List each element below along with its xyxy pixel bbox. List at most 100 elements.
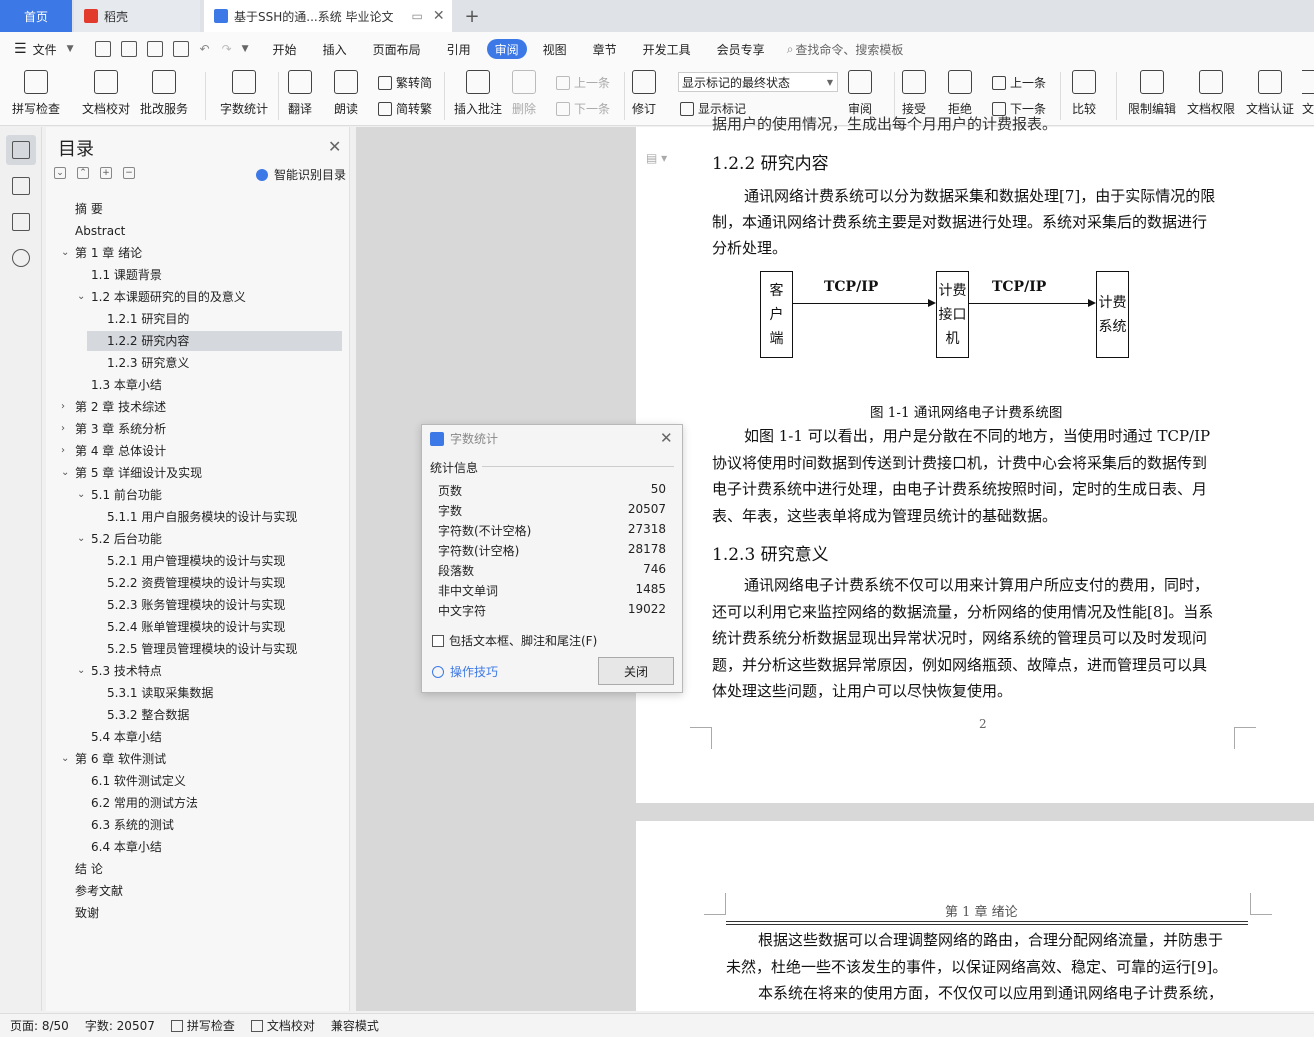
tab-close-icon[interactable]: ✕ (433, 8, 445, 24)
spell-check-button[interactable]: 拼写检查 (12, 70, 60, 117)
toc-item[interactable]: ⌄ 5.1 前台功能 (77, 485, 162, 505)
toc-item[interactable]: 1.2.1 研究目的 (107, 309, 189, 329)
prev-comment-button[interactable]: 上一条 (556, 74, 610, 91)
toc-item[interactable]: ⌄ 5.2 后台功能 (77, 529, 162, 549)
restrict-edit-button[interactable]: 限制编辑 (1128, 70, 1176, 117)
toc-item[interactable]: 6.1 软件测试定义 (91, 771, 186, 791)
print-icon[interactable] (146, 41, 163, 57)
toc-item[interactable]: › 第 2 章 技术综述 (61, 397, 166, 417)
doc-encrypt-button[interactable]: 文 (1302, 70, 1314, 117)
close-icon[interactable]: ✕ (660, 429, 673, 447)
trad-to-simp-button[interactable]: 繁转简 (378, 74, 432, 91)
toc-item[interactable]: Abstract (75, 221, 125, 241)
simp-to-trad-button[interactable]: 简转繁 (378, 100, 432, 117)
toc-item[interactable]: 5.3.1 读取采集数据 (107, 683, 213, 703)
document-page[interactable]: 第 1 章 绪论 根据这些数据可以合理调整网络的路由，合理分配网络流量，并防患于… (636, 821, 1314, 1011)
include-footnotes-checkbox[interactable]: 包括文本框、脚注和尾注(F) (432, 632, 597, 649)
toc-item[interactable]: 5.2.1 用户管理模块的设计与实现 (107, 551, 285, 571)
undo-icon[interactable]: ↶ (200, 42, 210, 56)
toc-item[interactable]: 摘 要 (75, 199, 103, 219)
doc-proof-status[interactable]: 文档校对 (250, 1017, 315, 1034)
toc-item[interactable]: › 第 4 章 总体设计 (61, 441, 166, 461)
next-comment-button[interactable]: 下一条 (556, 100, 610, 117)
insert-comment-button[interactable]: 插入批注 (454, 70, 502, 117)
toc-item[interactable]: 5.2.4 账单管理模块的设计与实现 (107, 617, 285, 637)
hamburger-icon[interactable]: ☰ (14, 41, 27, 57)
toc-item[interactable]: ⌄ 1.2 本课题研究的目的及意义 (77, 287, 246, 307)
toc-item[interactable]: ⌄ 5.3 技术特点 (77, 661, 162, 681)
expand-all-icon[interactable]: ⌄ (54, 167, 66, 179)
prev-change-button[interactable]: 上一条 (992, 74, 1046, 91)
compare-button[interactable]: 比较 (1072, 70, 1096, 117)
menu-developer[interactable]: 开发工具 (633, 39, 701, 59)
tab-document[interactable]: 基于SSH的通...系统 毕业论文 ▭ ✕ (204, 0, 452, 32)
doc-proof-button[interactable]: 文档校对 (82, 70, 130, 117)
chevron-down-icon[interactable]: ⌄ (61, 749, 69, 769)
new-tab-button[interactable]: + (460, 0, 484, 32)
quick-access-more-icon[interactable]: ▼ (242, 44, 249, 54)
menu-review[interactable]: 审阅 (486, 39, 527, 59)
tips-link[interactable]: 操作技巧 (432, 663, 498, 680)
chevron-right-icon[interactable]: › (61, 441, 65, 461)
toc-item[interactable]: 致谢 (75, 903, 99, 923)
chevron-down-icon[interactable]: ▼ (67, 44, 74, 54)
toc-item[interactable]: ⌄ 第 1 章 绪论 (61, 243, 142, 263)
menu-view[interactable]: 视图 (533, 39, 577, 59)
chevron-down-icon[interactable]: ⌄ (77, 485, 85, 505)
toc-item[interactable]: 5.1.1 用户自服务模块的设计与实现 (107, 507, 297, 527)
doc-cert-button[interactable]: 文档认证 (1246, 70, 1294, 117)
track-changes-button[interactable]: 修订 (632, 70, 656, 117)
toc-item[interactable]: 5.2.5 管理员管理模块的设计与实现 (107, 639, 297, 659)
toc-nav-icon[interactable] (12, 141, 30, 159)
checkbox-box[interactable] (432, 634, 444, 647)
accept-button[interactable]: 接受 (902, 70, 926, 117)
toc-item[interactable]: 5.2.3 账务管理模块的设计与实现 (107, 595, 285, 615)
chevron-down-icon[interactable]: ⌄ (77, 661, 85, 681)
toc-item[interactable]: ⌄ 第 5 章 详细设计及实现 (61, 463, 202, 483)
menu-member[interactable]: 会员专享 (707, 39, 775, 59)
collapse-all-icon[interactable]: ⌃ (77, 167, 89, 179)
reject-button[interactable]: 拒绝 (948, 70, 972, 117)
chevron-down-icon[interactable]: ⌄ (61, 463, 69, 483)
toc-item[interactable]: 5.2.2 资费管理模块的设计与实现 (107, 573, 285, 593)
redo-icon[interactable]: ↷ (222, 42, 232, 56)
tab-home[interactable]: 首页 (0, 0, 72, 32)
page-indicator[interactable]: 页面: 8/50 (10, 1017, 69, 1034)
toc-item[interactable]: 6.3 系统的测试 (91, 815, 174, 835)
chevron-down-icon[interactable]: ⌄ (77, 529, 85, 549)
word-count-indicator[interactable]: 字数: 20507 (85, 1017, 155, 1034)
markup-mode-select[interactable]: 显示标记的最终状态 ▼ (678, 72, 838, 92)
toc-item[interactable]: 1.3 本章小结 (91, 375, 162, 395)
save-icon[interactable] (94, 41, 111, 57)
toc-item[interactable]: 1.2.3 研究意义 (107, 353, 189, 373)
menu-reference[interactable]: 引用 (437, 39, 481, 59)
review-pane-button[interactable]: 审阅 (848, 70, 872, 117)
bookmark-icon[interactable] (12, 213, 30, 231)
menu-section[interactable]: 章节 (583, 39, 627, 59)
toc-item[interactable]: 1.1 课题背景 (91, 265, 162, 285)
chapter-nav-icon[interactable] (12, 177, 30, 195)
tab-pin-icon[interactable]: ▭ (412, 9, 423, 23)
smart-toc-button[interactable]: 智能识别目录 (256, 166, 346, 183)
command-search-input[interactable]: 查找命令、搜索模板 (795, 41, 903, 58)
menu-layout[interactable]: 页面布局 (363, 39, 431, 59)
doc-permission-button[interactable]: 文档权限 (1187, 70, 1235, 117)
toc-item[interactable]: 5.4 本章小结 (91, 727, 162, 747)
print-preview-icon[interactable] (172, 41, 189, 57)
add-heading-icon[interactable]: + (100, 167, 112, 179)
document-page[interactable]: 据用户的使用情况，生成出每个月用户的计费报表。 ▤ ▾ 1.2.2 研究内容 通… (636, 115, 1314, 803)
chevron-right-icon[interactable]: › (61, 419, 65, 439)
toc-item[interactable]: 参考文献 (75, 881, 123, 901)
toc-item-selected[interactable]: 1.2.2 研究内容 (87, 331, 342, 351)
page-layout-icon[interactable]: ▤ ▾ (646, 151, 667, 165)
menu-insert[interactable]: 插入 (313, 39, 357, 59)
batch-service-button[interactable]: 批改服务 (140, 70, 188, 117)
toc-item[interactable]: 6.2 常用的测试方法 (91, 793, 198, 813)
tab-daoke[interactable]: 稻壳 (74, 0, 200, 32)
menu-start[interactable]: 开始 (263, 39, 307, 59)
remove-heading-icon[interactable]: − (123, 167, 135, 179)
export-pdf-icon[interactable] (120, 41, 137, 57)
read-aloud-button[interactable]: 朗读 (334, 70, 358, 117)
translate-button[interactable]: 翻译 (288, 70, 312, 117)
toc-item[interactable]: ⌄ 第 6 章 软件测试 (61, 749, 166, 769)
